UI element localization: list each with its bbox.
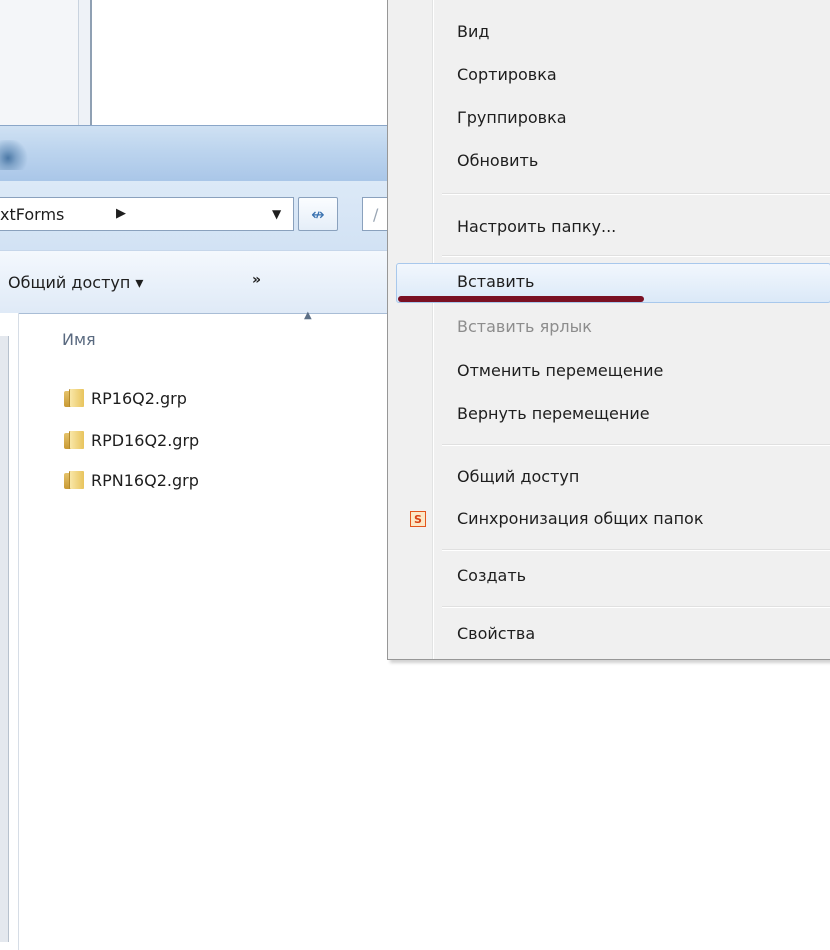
- menu-item-label: Группировка: [457, 108, 567, 127]
- menu-item-label: Синхронизация общих папок: [457, 509, 704, 528]
- file-name: RPD16Q2.grp: [91, 430, 200, 450]
- navigation-pane-scrollbar[interactable]: [0, 336, 9, 942]
- menu-item-label: Вид: [457, 22, 490, 41]
- folder-icon: [64, 431, 84, 449]
- menu-separator: [442, 444, 830, 446]
- menu-item-paste-shortcut[interactable]: Вставить ярлык: [396, 308, 830, 348]
- address-path-segment[interactable]: xtForms: [0, 205, 64, 224]
- menu-item-label: Вставить: [457, 272, 535, 291]
- file-name: RPN16Q2.grp: [91, 470, 199, 490]
- file-list-item[interactable]: RPD16Q2.grp: [64, 425, 199, 455]
- file-list-item[interactable]: RP16Q2.grp: [64, 383, 187, 413]
- menu-item-label: Обновить: [457, 151, 539, 170]
- menu-item-label: Сортировка: [457, 65, 557, 84]
- refresh-icon: ↮: [311, 204, 325, 224]
- menu-item-label: Вставить ярлык: [457, 317, 592, 336]
- menu-item-redo-move[interactable]: Вернуть перемещение: [396, 395, 830, 435]
- folder-icon: [64, 471, 84, 489]
- background-panel: [0, 0, 78, 125]
- menu-separator: [442, 549, 830, 551]
- menu-item-label: Свойства: [457, 624, 536, 643]
- file-list-item[interactable]: RPN16Q2.grp: [64, 465, 199, 495]
- menu-item-share[interactable]: Общий доступ: [396, 458, 830, 498]
- menu-item-sort[interactable]: Сортировка: [396, 56, 830, 96]
- menu-item-label: Отменить перемещение: [457, 361, 664, 380]
- menu-separator: [442, 193, 830, 195]
- menu-item-group[interactable]: Группировка: [396, 99, 830, 139]
- menu-separator: [442, 606, 830, 608]
- sort-ascending-icon: ▲: [304, 310, 312, 321]
- file-name: RP16Q2.grp: [91, 388, 187, 408]
- menu-item-sync-shared-folders[interactable]: S Синхронизация общих папок: [396, 500, 830, 540]
- share-menu-button[interactable]: Общий доступ ▾: [8, 273, 143, 292]
- menu-item-label: Создать: [457, 566, 527, 585]
- toolbar-overflow-button[interactable]: »: [252, 272, 261, 288]
- refresh-button[interactable]: ↮: [298, 197, 338, 231]
- menu-item-label: Настроить папку...: [457, 217, 617, 236]
- menu-item-undo-move[interactable]: Отменить перемещение: [396, 352, 830, 392]
- context-menu: Вид Сортировка Группировка Обновить Наст…: [387, 0, 830, 660]
- window-icon: [0, 140, 30, 170]
- chevron-down-icon[interactable]: ▼: [272, 207, 281, 221]
- column-header-name[interactable]: Имя: [62, 330, 96, 349]
- menu-item-view[interactable]: Вид: [396, 13, 830, 53]
- folder-icon: [64, 389, 84, 407]
- sharepoint-workspace-icon: S: [410, 511, 426, 527]
- menu-item-customize-folder[interactable]: Настроить папку...: [396, 208, 830, 248]
- menu-item-refresh[interactable]: Обновить: [396, 142, 830, 182]
- background-splitter: [78, 0, 92, 125]
- chevron-right-icon[interactable]: ▶: [116, 206, 126, 221]
- menu-item-label: Общий доступ: [457, 467, 580, 486]
- menu-separator: [442, 255, 830, 257]
- menu-item-label: Вернуть перемещение: [457, 404, 650, 423]
- menu-item-new[interactable]: Создать: [396, 557, 830, 597]
- menu-item-properties[interactable]: Свойства: [396, 615, 830, 655]
- pane-divider[interactable]: [18, 313, 19, 950]
- annotation-underline: [398, 296, 644, 302]
- address-bar[interactable]: xtForms ▶ ▼: [0, 197, 294, 231]
- search-placeholder-fragment: /: [373, 205, 379, 224]
